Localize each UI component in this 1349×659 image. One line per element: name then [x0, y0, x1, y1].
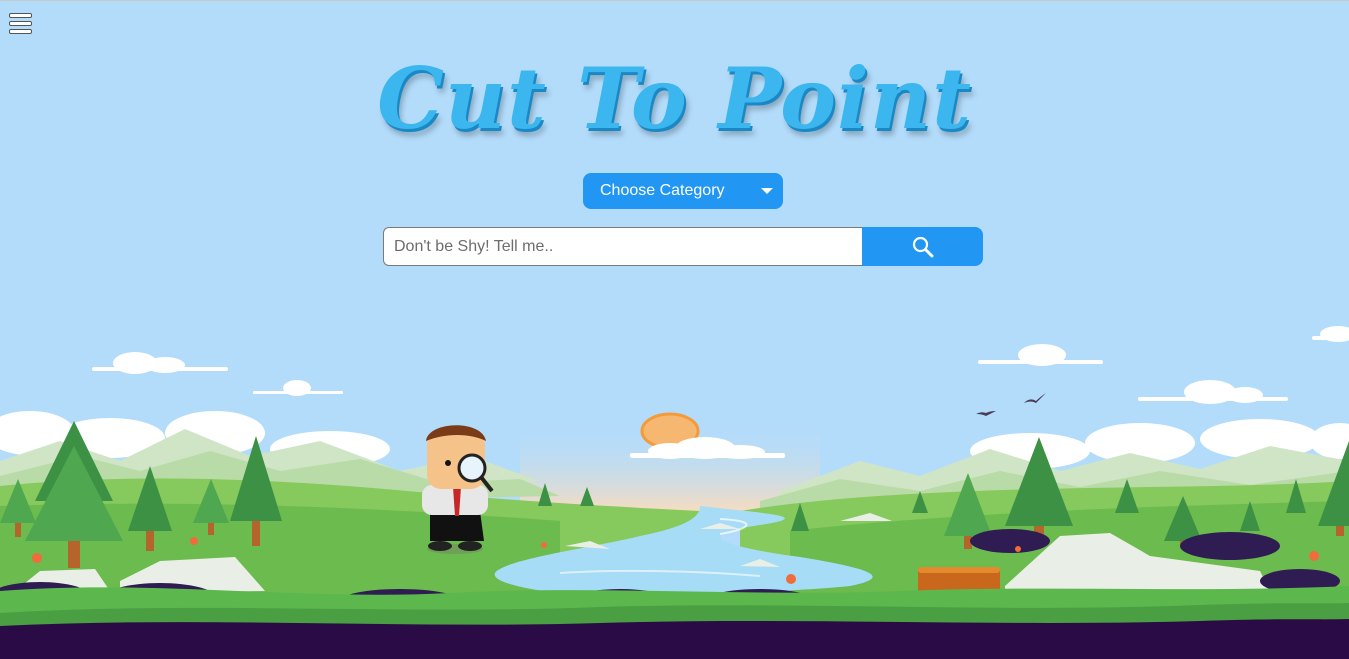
ground — [0, 619, 1349, 659]
search-icon — [912, 236, 934, 258]
search-input[interactable] — [383, 227, 863, 266]
site-logo: Cut To Point — [377, 49, 972, 148]
cloud — [1138, 380, 1288, 404]
cloud — [1312, 326, 1349, 342]
cloud — [92, 352, 228, 374]
menu-bar — [9, 13, 32, 18]
caret-down-icon — [761, 188, 773, 194]
category-label: Choose Category — [600, 182, 725, 199]
bird — [1024, 393, 1046, 403]
bird — [976, 411, 996, 416]
detective-character — [422, 425, 494, 554]
menu-bar — [9, 29, 32, 34]
menu-bar — [9, 21, 32, 26]
cloud — [253, 380, 343, 396]
search-button[interactable] — [862, 227, 983, 266]
choose-category-dropdown[interactable]: Choose Category — [583, 173, 783, 209]
landing-page: Cut To Point Choose Category — [0, 0, 1349, 659]
hamburger-menu-icon[interactable] — [9, 13, 32, 34]
cloud — [978, 344, 1103, 366]
